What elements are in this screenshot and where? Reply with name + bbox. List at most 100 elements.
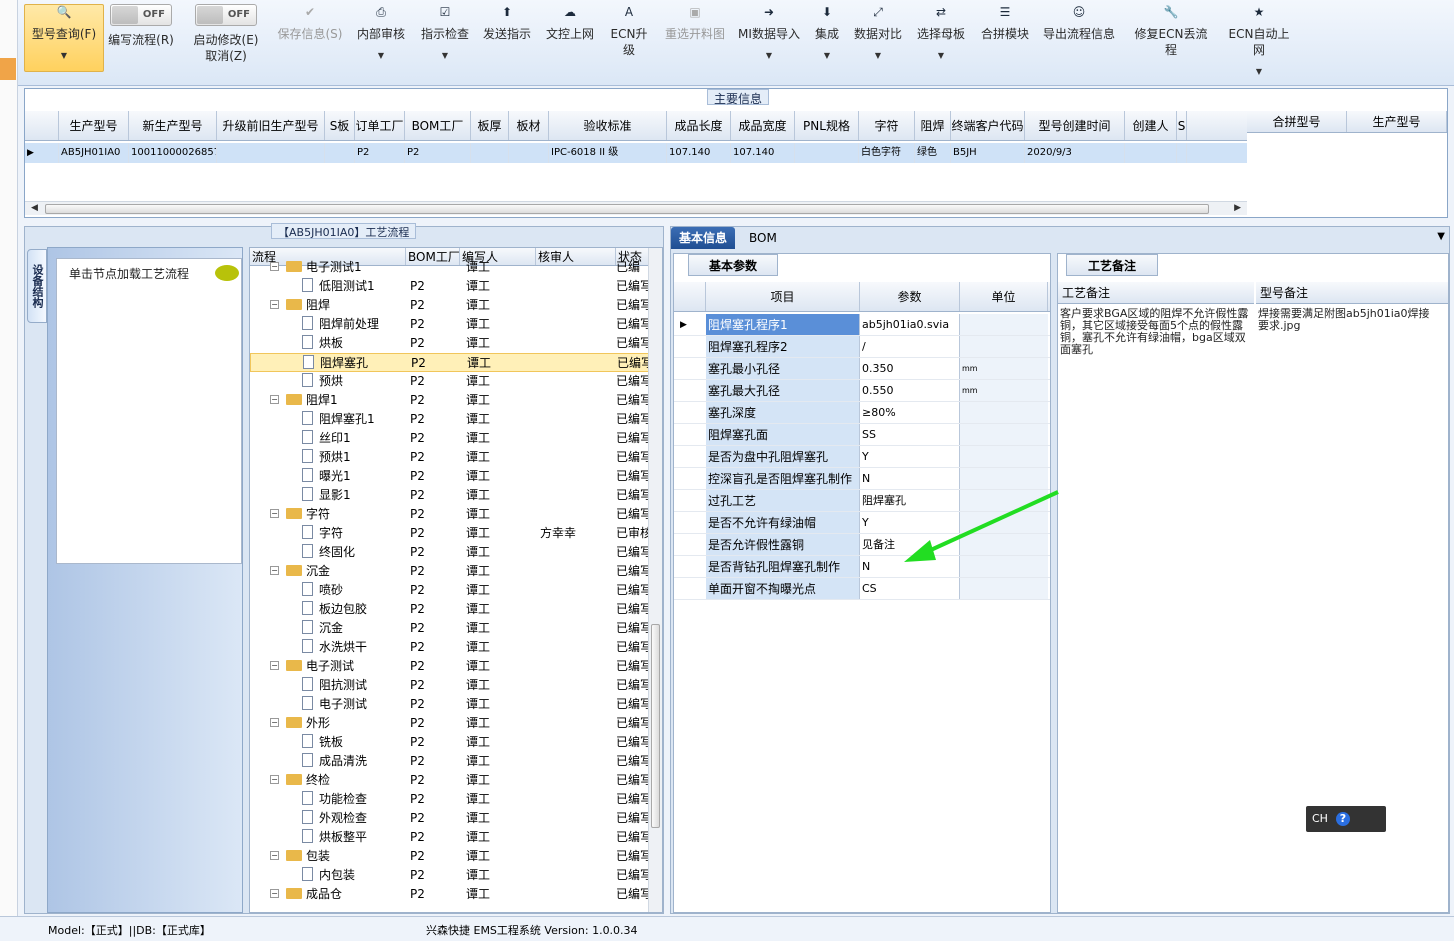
tree-row[interactable]: 丝印1 P2 谭工 已编写 bbox=[250, 429, 650, 448]
info-cell[interactable] bbox=[217, 143, 325, 163]
toggle-switch[interactable]: OFF bbox=[195, 4, 257, 26]
info-cell[interactable]: IPC-6018 II 级 bbox=[549, 143, 667, 163]
toolbar-item-16[interactable]: 🔧 修复ECN丢流程 bbox=[1130, 4, 1212, 58]
toggle-switch[interactable]: OFF bbox=[110, 4, 172, 26]
param-value[interactable]: ≥80% bbox=[860, 402, 960, 423]
info-grid-row[interactable]: ▶ AB5JH01IA0 10011000026857 P2 P2 IPC-6018 II… bbox=[25, 143, 1247, 163]
tree-row[interactable]: − 字符 P2 谭工 已编写 bbox=[250, 505, 650, 524]
info-col-header[interactable]: PNL规格 bbox=[795, 111, 859, 140]
param-value[interactable]: / bbox=[860, 336, 960, 357]
tree-row[interactable]: − 包装 P2 谭工 已编写 bbox=[250, 847, 650, 866]
tree-row[interactable]: − 阻焊 P2 谭工 已编写 bbox=[250, 296, 650, 315]
tree-row[interactable]: − 终检 P2 谭工 已编写 bbox=[250, 771, 650, 790]
param-value[interactable]: 0.550 bbox=[860, 380, 960, 401]
info-cell[interactable]: P2 bbox=[355, 143, 405, 163]
info-col-header[interactable]: 创建人 bbox=[1125, 111, 1177, 140]
toolbar-item-6[interactable]: ⬆ 发送指示 bbox=[482, 4, 532, 42]
tree-row[interactable]: 烘板整平 P2 谭工 已编写 bbox=[250, 828, 650, 847]
tree-toggle-icon[interactable]: − bbox=[270, 395, 279, 404]
side-col-header[interactable]: 合拼型号 bbox=[1247, 111, 1347, 132]
param-value[interactable]: 0.350 bbox=[860, 358, 960, 379]
tree-row[interactable]: 内包装 P2 谭工 已编写 bbox=[250, 866, 650, 885]
info-col-header[interactable]: S bbox=[1177, 111, 1187, 140]
info-col-header[interactable]: 型号创建时间 bbox=[1025, 111, 1125, 140]
side-col-header[interactable]: 生产型号 bbox=[1347, 111, 1447, 132]
tree-row[interactable]: 成品清洗 P2 谭工 已编写 bbox=[250, 752, 650, 771]
tree-row[interactable]: 低阻测试1 P2 谭工 已编写 bbox=[250, 277, 650, 296]
dropdown-arrow-icon[interactable]: ▼ bbox=[812, 48, 842, 64]
info-cell[interactable]: 2020/9/3 bbox=[1025, 143, 1125, 163]
process-note-text[interactable]: 客户要求BGA区域的阻焊不允许假性露铜，其它区域接受每面5个点的假性露铜，塞孔不… bbox=[1058, 306, 1254, 358]
param-value[interactable]: CS bbox=[860, 578, 960, 599]
param-value[interactable]: Y bbox=[860, 446, 960, 467]
help-icon[interactable]: ? bbox=[1335, 812, 1350, 826]
dropdown-arrow-icon[interactable]: ▼ bbox=[356, 48, 406, 64]
toolbar-item-1[interactable]: OFF 编写流程(R) bbox=[106, 4, 176, 48]
tree-toggle-icon[interactable]: − bbox=[270, 262, 279, 271]
info-cell[interactable]: B5JH bbox=[951, 143, 1025, 163]
param-row[interactable]: 塞孔最大孔径 0.550 mm bbox=[674, 380, 1050, 402]
info-col-header[interactable]: 成品长度 bbox=[667, 111, 731, 140]
tree-toggle-icon[interactable]: − bbox=[270, 300, 279, 309]
info-cell[interactable]: AB5JH01IA0 bbox=[59, 143, 129, 163]
info-hscroll-thumb[interactable] bbox=[45, 204, 1209, 214]
toolbar-item-0[interactable]: 🔍 型号查询(F) ▼ bbox=[24, 4, 104, 64]
toolbar-item-9[interactable]: ▣ 重选开料图 bbox=[664, 4, 726, 42]
tree-row[interactable]: 阻抗测试 P2 谭工 已编写 bbox=[250, 676, 650, 695]
tab-bom[interactable]: BOM bbox=[741, 227, 785, 249]
info-cell[interactable]: 白色字符 bbox=[859, 143, 915, 163]
tree-toggle-icon[interactable]: − bbox=[270, 509, 279, 518]
info-col-header[interactable]: 板材 bbox=[509, 111, 549, 140]
tree-toggle-icon[interactable]: − bbox=[270, 718, 279, 727]
info-cell[interactable]: 绿色 bbox=[915, 143, 951, 163]
param-value[interactable]: SS bbox=[860, 424, 960, 445]
info-col-header[interactable]: 成品宽度 bbox=[731, 111, 795, 140]
toolbar-item-11[interactable]: ⬇ 集成 ▼ bbox=[812, 4, 842, 64]
info-cell[interactable]: 107.140 bbox=[731, 143, 795, 163]
tree-row[interactable]: 显影1 P2 谭工 已编写 bbox=[250, 486, 650, 505]
info-col-header[interactable]: 新生产型号 bbox=[129, 111, 217, 140]
param-row[interactable]: ▶ 阻焊塞孔程序1 ab5jh01ia0.svia bbox=[674, 314, 1050, 336]
info-cell[interactable] bbox=[471, 143, 509, 163]
tree-row[interactable]: 功能检查 P2 谭工 已编写 bbox=[250, 790, 650, 809]
scroll-right-icon[interactable]: ▶ bbox=[1234, 202, 1241, 215]
info-col-header[interactable]: 字符 bbox=[859, 111, 915, 140]
param-row[interactable]: 是否为盘中孔阻焊塞孔 Y bbox=[674, 446, 1050, 468]
tab-process-notes[interactable]: 工艺备注 bbox=[1066, 254, 1158, 276]
tree-row[interactable]: 外观检查 P2 谭工 已编写 bbox=[250, 809, 650, 828]
toolbar-item-14[interactable]: ☰ 合拼模块 bbox=[980, 4, 1030, 42]
tree-row[interactable]: 预烘 P2 谭工 已编写 bbox=[250, 372, 650, 391]
param-row[interactable]: 阻焊塞孔程序2/ bbox=[674, 336, 1050, 358]
model-note-text[interactable]: 焊接需要满足附图ab5jh01ia0焊接要求.jpg bbox=[1256, 306, 1436, 334]
tree-vscrollbar[interactable] bbox=[648, 248, 662, 912]
dropdown-arrow-icon[interactable]: ▼ bbox=[24, 48, 104, 64]
info-col-header[interactable]: S板 bbox=[325, 111, 355, 140]
info-cell[interactable] bbox=[1125, 143, 1177, 163]
equipment-structure-tab[interactable]: 设备结构 bbox=[27, 249, 47, 323]
tab-basic-info[interactable]: 基本信息 bbox=[671, 227, 736, 249]
info-cell[interactable]: P2 bbox=[405, 143, 471, 163]
tree-row[interactable]: 阻焊塞孔1 P2 谭工 已编写 bbox=[250, 410, 650, 429]
param-row[interactable]: 控深盲孔是否阻焊塞孔制作 N bbox=[674, 468, 1050, 490]
tree-row[interactable]: 烘板 P2 谭工 已编写 bbox=[250, 334, 650, 353]
dropdown-arrow-icon[interactable]: ▼ bbox=[1224, 64, 1294, 80]
tree-row[interactable]: 终固化 P2 谭工 已编写 bbox=[250, 543, 650, 562]
info-col-header[interactable]: BOM工厂 bbox=[405, 111, 471, 140]
tree-toggle-icon[interactable]: − bbox=[270, 661, 279, 670]
tree-row[interactable]: 字符 P2 谭工 方幸幸 已审核 bbox=[250, 524, 650, 543]
tree-row[interactable]: 铣板 P2 谭工 已编写 bbox=[250, 733, 650, 752]
info-col-header[interactable]: 订单工厂 bbox=[355, 111, 405, 140]
info-hscrollbar[interactable]: ◀ ▶ bbox=[25, 201, 1247, 215]
ime-indicator[interactable]: CH? bbox=[1306, 806, 1386, 832]
param-row[interactable]: 塞孔深度 ≥80% bbox=[674, 402, 1050, 424]
scroll-left-icon[interactable]: ◀ bbox=[31, 202, 38, 215]
param-row[interactable]: 塞孔最小孔径 0.350 mm bbox=[674, 358, 1050, 380]
toolbar-item-13[interactable]: ⇄ 选择母板 ▼ bbox=[916, 4, 966, 64]
info-cell[interactable] bbox=[509, 143, 549, 163]
info-col-header[interactable]: 板厚 bbox=[471, 111, 509, 140]
chevron-down-icon[interactable]: ▼ bbox=[1437, 231, 1445, 242]
param-value[interactable]: ab5jh01ia0.svia bbox=[860, 314, 960, 335]
info-cell[interactable] bbox=[325, 143, 355, 163]
param-row[interactable]: 单面开窗不掏曝光点 CS bbox=[674, 578, 1050, 600]
toolbar-item-17[interactable]: ★ ECN自动上网 ▼ bbox=[1224, 4, 1294, 80]
